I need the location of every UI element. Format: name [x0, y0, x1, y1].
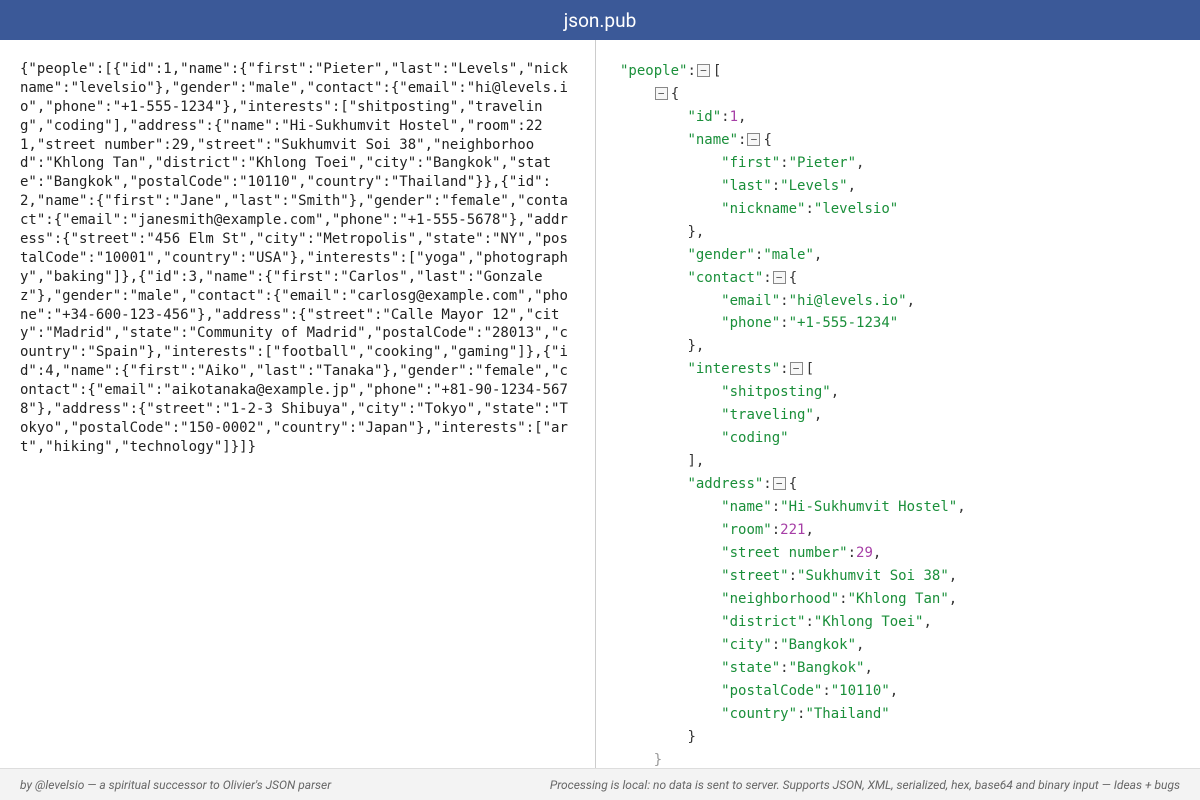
key-name[interactable]: "name": [687, 132, 738, 148]
val-streetnum: 29: [856, 545, 873, 561]
val-country: "Thailand": [805, 706, 889, 722]
val-email: "hi@levels.io": [789, 293, 907, 309]
collapse-toggle[interactable]: −: [773, 271, 786, 284]
val-street: "Sukhumvit Soi 38": [797, 568, 949, 584]
key-last[interactable]: "last": [721, 178, 772, 194]
main-area: {"people":[{"id":1,"name":{"first":"Piet…: [0, 40, 1200, 768]
collapse-toggle[interactable]: −: [790, 362, 803, 375]
input-panel[interactable]: {"people":[{"id":1,"name":{"first":"Piet…: [0, 40, 596, 768]
val-postal: "10110": [831, 683, 890, 699]
key-gender[interactable]: "gender": [687, 247, 754, 263]
footer-info: Processing is local: no data is sent to …: [550, 778, 1114, 792]
key-state[interactable]: "state": [721, 660, 780, 676]
footer-by: by: [20, 778, 35, 792]
val-state: "Bangkok": [789, 660, 865, 676]
key-streetnum[interactable]: "street number": [721, 545, 847, 561]
footer-mid: — a spiritual successor to: [84, 778, 222, 792]
val-interest: "traveling": [721, 407, 814, 423]
raw-json-input[interactable]: {"people":[{"id":1,"name":{"first":"Piet…: [20, 60, 575, 457]
val-district: "Khlong Toei": [814, 614, 924, 630]
val-gender: "male": [763, 247, 814, 263]
key-district[interactable]: "district": [721, 614, 805, 630]
key-postal[interactable]: "postalCode": [721, 683, 822, 699]
val-city: "Bangkok": [780, 637, 856, 653]
tree-panel[interactable]: "people":−[ −{ "id":1, "name":−{ "first"…: [596, 40, 1200, 768]
collapse-toggle[interactable]: −: [747, 133, 760, 146]
val-interest: "coding": [721, 430, 788, 446]
val-id: 1: [730, 109, 738, 125]
collapse-toggle[interactable]: −: [773, 477, 786, 490]
val-addr-name: "Hi-Sukhumvit Hostel": [780, 499, 957, 515]
key-street[interactable]: "street": [721, 568, 788, 584]
collapse-toggle[interactable]: −: [697, 64, 710, 77]
val-interest: "shitposting": [721, 384, 831, 400]
val-first: "Pieter": [789, 155, 856, 171]
val-nickname: "levelsio": [814, 201, 898, 217]
val-phone: "+1-555-1234": [789, 315, 899, 331]
val-last: "Levels": [780, 178, 847, 194]
key-id[interactable]: "id": [687, 109, 721, 125]
app-title: json.pub: [564, 9, 637, 32]
key-first[interactable]: "first": [721, 155, 780, 171]
key-contact[interactable]: "contact": [687, 270, 763, 286]
val-neighborhood: "Khlong Tan": [848, 591, 949, 607]
key-people[interactable]: "people": [620, 63, 687, 79]
key-email[interactable]: "email": [721, 293, 780, 309]
footer-bar: by @levelsio — a spiritual successor to …: [0, 768, 1200, 800]
footer-ideas-link[interactable]: Ideas + bugs: [1114, 778, 1180, 792]
key-neighborhood[interactable]: "neighborhood": [721, 591, 839, 607]
footer-right: Processing is local: no data is sent to …: [550, 778, 1180, 792]
key-addr-name[interactable]: "name": [721, 499, 772, 515]
collapse-toggle[interactable]: −: [655, 87, 668, 100]
footer-olivier-link[interactable]: Olivier's JSON parser: [223, 778, 331, 792]
key-country[interactable]: "country": [721, 706, 797, 722]
key-phone[interactable]: "phone": [721, 315, 780, 331]
key-nickname[interactable]: "nickname": [721, 201, 805, 217]
key-address[interactable]: "address": [687, 476, 763, 492]
val-room: 221: [780, 522, 805, 538]
key-interests[interactable]: "interests": [687, 361, 780, 377]
key-city[interactable]: "city": [721, 637, 772, 653]
header-bar: json.pub: [0, 0, 1200, 40]
json-tree: "people":−[ −{ "id":1, "name":−{ "first"…: [620, 60, 1176, 768]
key-room[interactable]: "room": [721, 522, 772, 538]
footer-author-link[interactable]: @levelsio: [35, 778, 84, 792]
footer-left: by @levelsio — a spiritual successor to …: [20, 778, 331, 792]
